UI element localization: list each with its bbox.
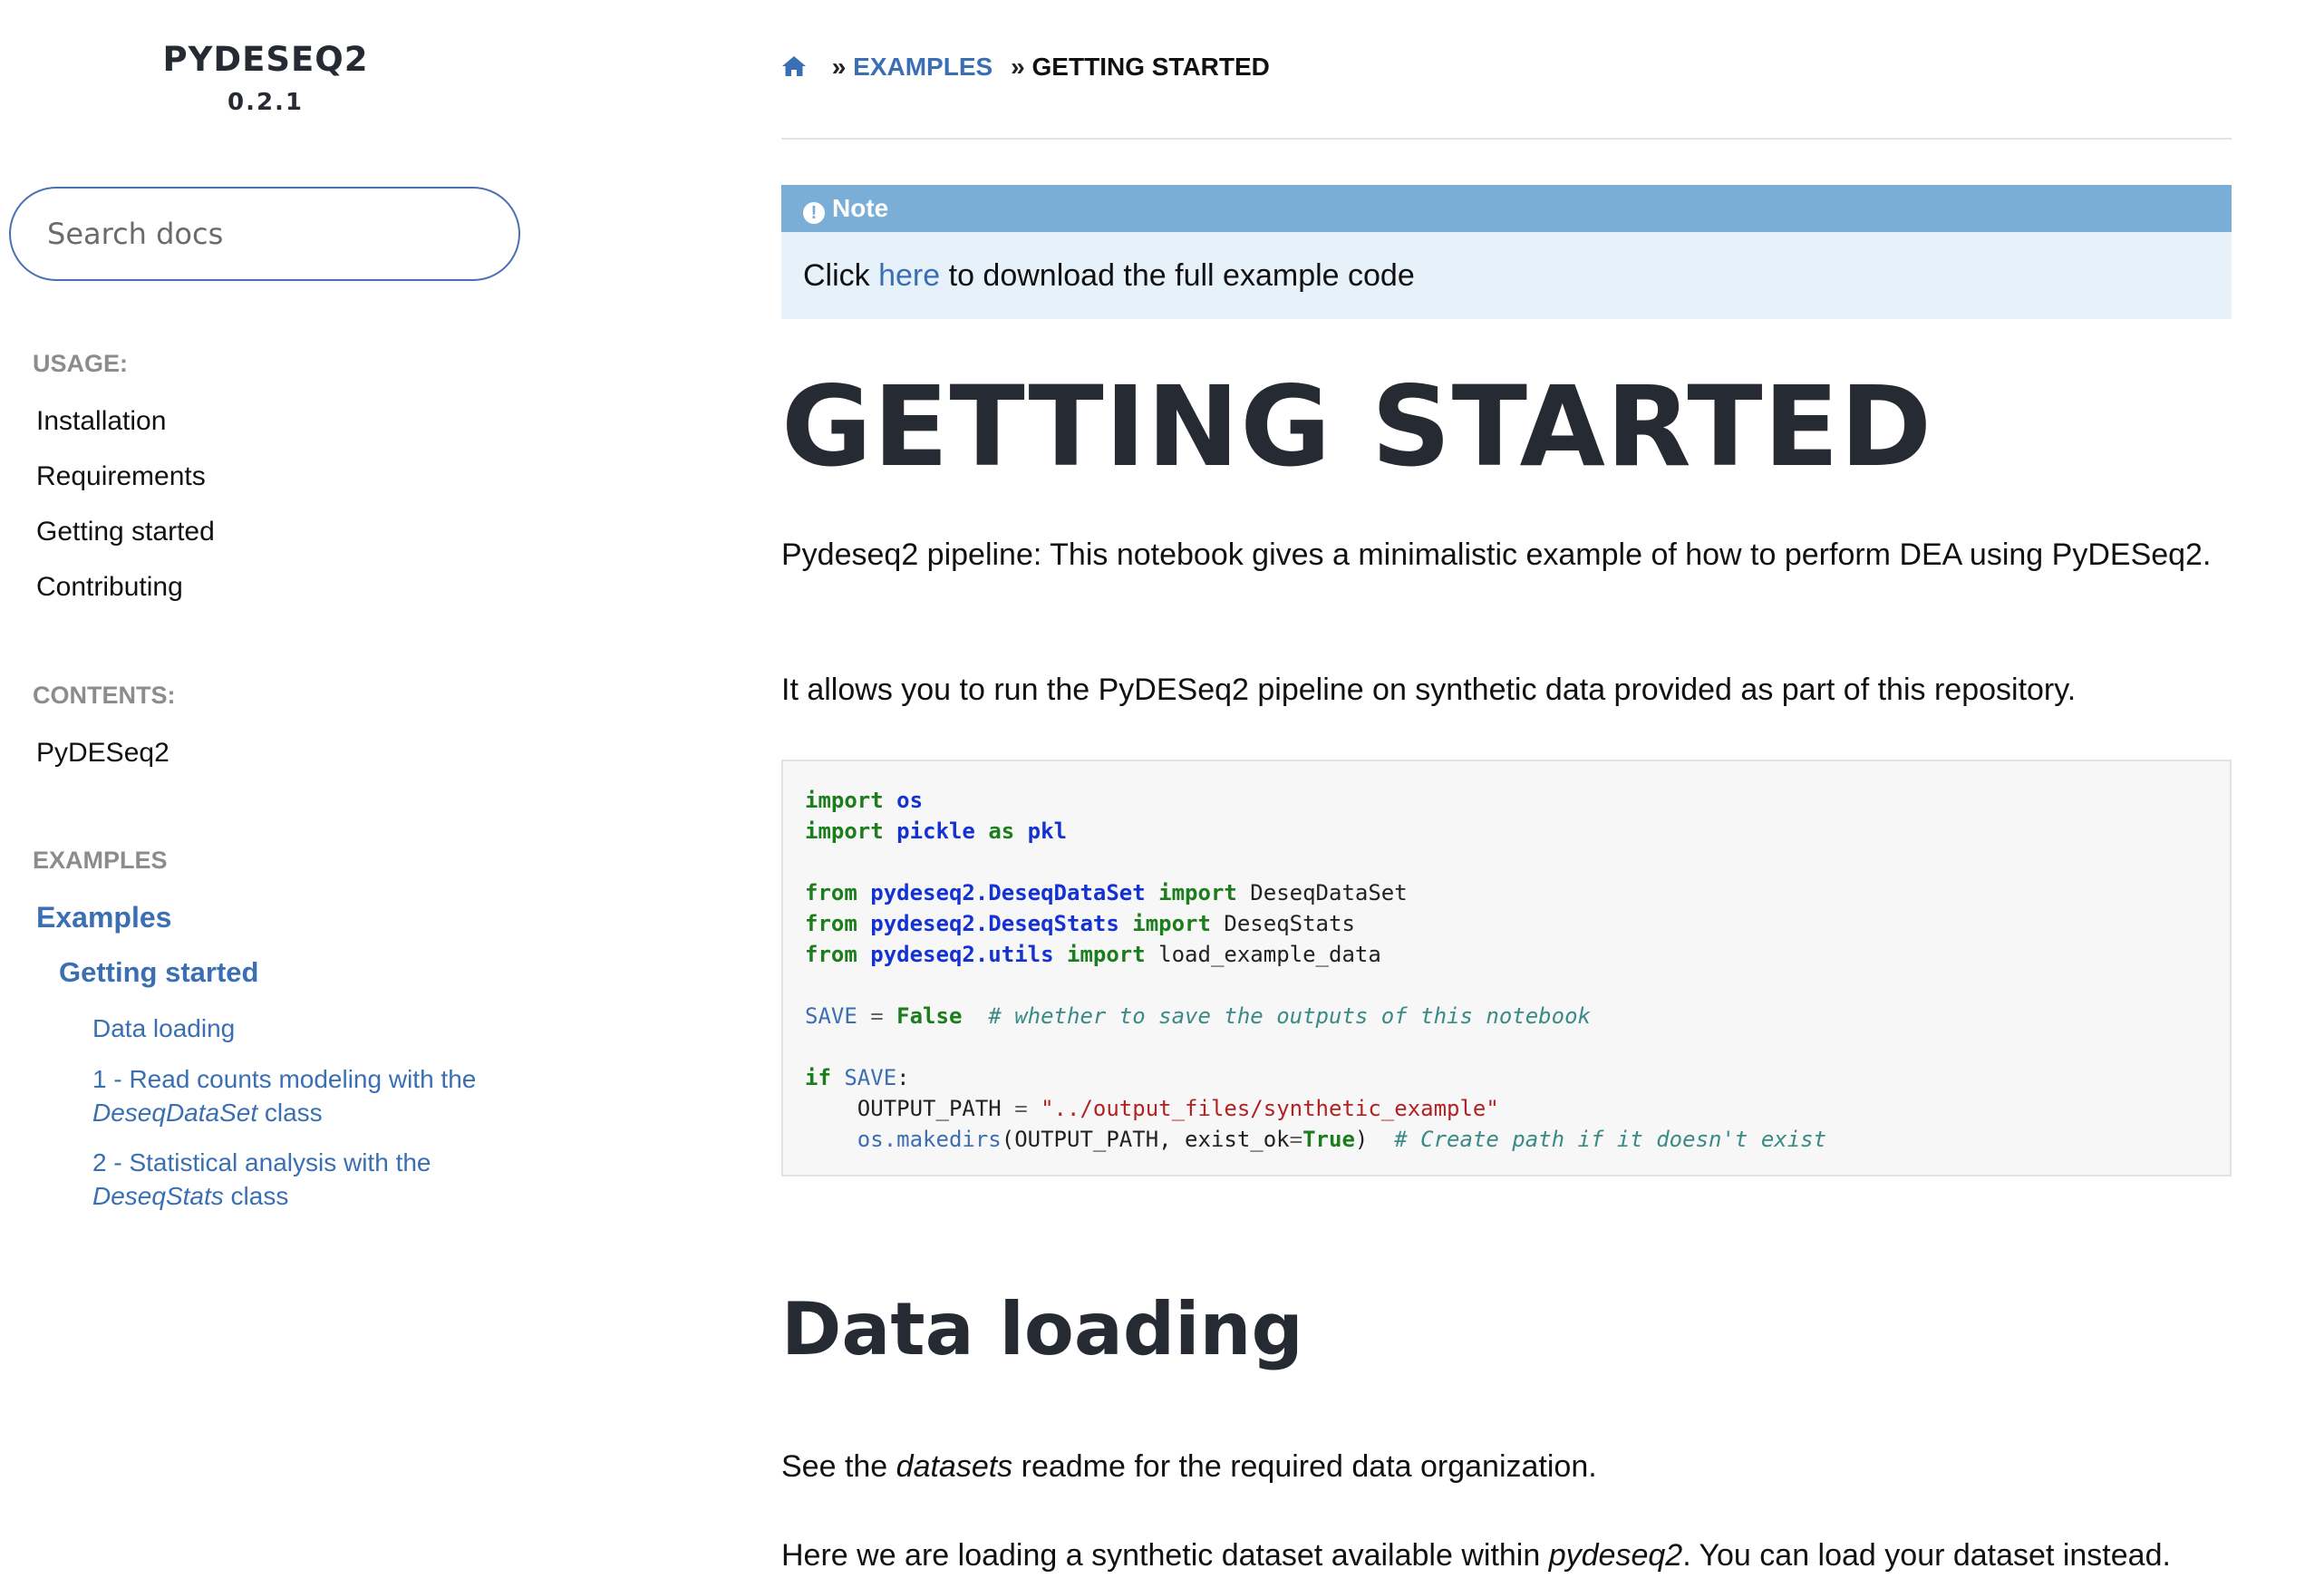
sidebar-item-tail: class [223,1182,289,1210]
data-paragraph-1: See the datasets readme for the required… [781,1449,1597,1484]
section-title-data-loading: Data loading [781,1287,1303,1371]
divider [781,138,2232,140]
sidebar-item-italic: DeseqStats [92,1182,224,1210]
note-body: Click here to download the full example … [781,232,2232,319]
note-admonition: ! Note Click here to download the full ex… [781,185,2232,319]
intro-paragraph-2: It allows you to run the PyDESeq2 pipeli… [781,673,2077,707]
page-title: GETTING STARTED [781,363,1933,491]
sidebar-item-getting-started-current[interactable]: Getting started [59,956,258,989]
exclamation-circle-icon: ! [803,202,825,224]
note-header: ! Note [781,185,2232,232]
nav-caption-contents: CONTENTS: [33,682,176,709]
note-text-after: to download the full example code [940,258,1415,293]
note-text-before: Click [803,258,879,293]
sidebar-item-requirements[interactable]: Requirements [36,461,206,492]
breadcrumb: » EXAMPLES» GETTING STARTED [781,53,1270,82]
sidebar-item-tail: class [257,1099,323,1127]
sidebar-item-contributing[interactable]: Contributing [36,572,183,603]
home-icon[interactable] [781,53,814,81]
sidebar-item-data-loading[interactable]: Data loading [92,1012,518,1045]
note-title: Note [832,194,889,222]
sidebar-item-read-counts-modeling[interactable]: 1 - Read counts modeling with the DeseqDa… [92,1062,518,1129]
sidebar-item-installation[interactable]: Installation [36,406,166,437]
sidebar-item-examples[interactable]: Examples [36,901,171,934]
breadcrumb-current: GETTING STARTED [1031,53,1270,81]
intro-paragraph-1: Pydeseq2 pipeline: This notebook gives a… [781,537,2212,572]
brand-title[interactable]: PYDESEQ2 [0,40,531,79]
search-input[interactable] [9,187,520,281]
breadcrumb-separator: » [1011,53,1025,81]
sidebar-item-statistical-analysis[interactable]: 2 - Statistical analysis with the DeseqSt… [92,1146,518,1213]
nav-caption-examples: EXAMPLES [33,847,168,874]
sidebar-item-italic: DeseqDataSet [92,1099,258,1127]
nav-caption-usage: USAGE: [33,350,129,377]
sidebar-item-label: 1 - Read counts modeling with the [92,1065,477,1093]
breadcrumb-examples-link[interactable]: EXAMPLES [853,53,993,81]
sidebar-item-getting-started[interactable]: Getting started [36,517,215,547]
code-block: import os import pickle as pkl from pyde… [781,760,2232,1176]
breadcrumb-separator: » [831,53,847,81]
sidebar-item-pydeseq2[interactable]: PyDESeq2 [36,738,169,769]
data-paragraph-2: Here we are loading a synthetic dataset … [781,1538,2171,1573]
brand-version: 0.2.1 [227,89,305,116]
sidebar: PYDESEQ2 0.2.1 USAGE: Installation Requi… [0,0,544,1588]
sidebar-item-label: 2 - Statistical analysis with the [92,1148,431,1176]
download-link[interactable]: here [878,258,940,293]
